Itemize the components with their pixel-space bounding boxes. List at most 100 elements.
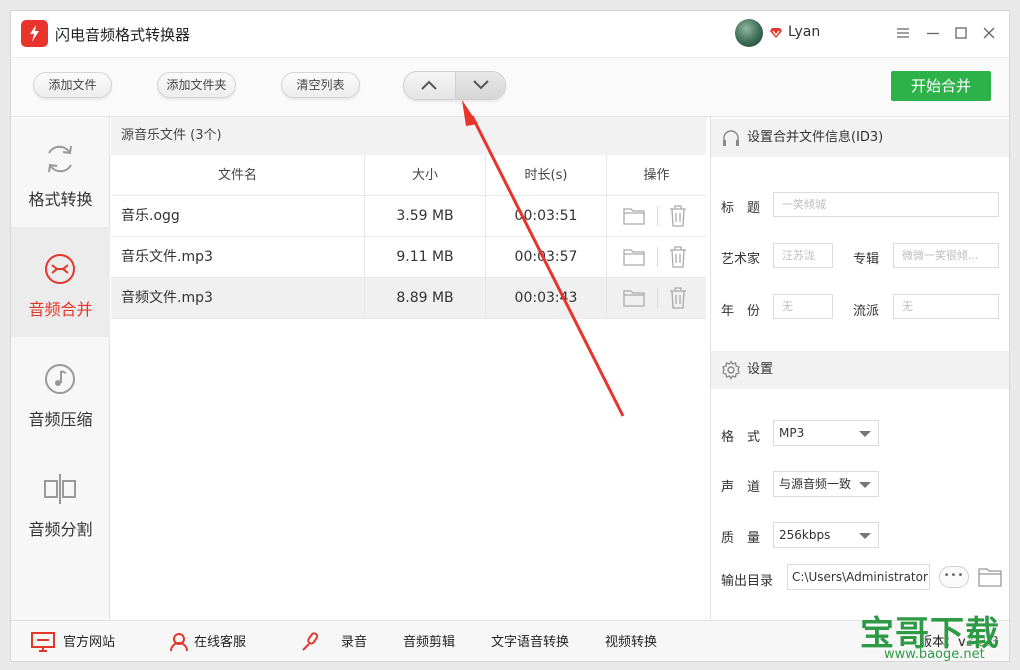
maximize-icon[interactable] xyxy=(951,23,971,43)
output-dir-label: 输出目录 xyxy=(721,574,774,589)
table-row[interactable]: 音乐.ogg 3.59 MB 00:03:51 xyxy=(111,196,706,237)
column-ops: 操作 xyxy=(607,155,706,196)
refresh-icon xyxy=(48,145,72,173)
chevron-down-icon xyxy=(859,482,871,488)
toolbar: 添加文件 添加文件夹 清空列表 开始合并 xyxy=(11,57,1009,117)
file-duration: 00:03:51 xyxy=(486,196,607,236)
file-list-panel: 源音乐文件 (3个) 文件名 大小 时长(s) 操作 音乐.ogg 3.59 M… xyxy=(111,117,706,620)
file-duration: 00:03:57 xyxy=(486,237,607,277)
support-icon xyxy=(170,633,188,652)
record-link[interactable]: 录音 xyxy=(341,621,367,661)
close-icon[interactable] xyxy=(979,23,999,43)
column-name: 文件名 xyxy=(111,155,365,196)
right-panel: 设置合并文件信息(ID3) 标 题 一笑倾城 艺术家 汪苏泷 专辑 微微一笑很倾… xyxy=(710,117,1009,620)
avatar[interactable] xyxy=(735,19,763,47)
table-row[interactable]: 音频文件.mp3 8.89 MB 00:03:43 xyxy=(111,278,706,319)
file-duration: 00:03:43 xyxy=(486,278,607,318)
username[interactable]: Lyan xyxy=(788,24,820,40)
text-to-speech-link[interactable]: 文字语音转换 xyxy=(491,621,569,661)
chevron-down-icon xyxy=(859,533,871,539)
title-field[interactable]: 一笑倾城 xyxy=(773,192,999,217)
channel-select[interactable]: 与源音频一致 xyxy=(773,471,879,497)
chevron-down-icon xyxy=(473,80,489,90)
file-name: 音乐文件.mp3 xyxy=(111,237,365,277)
channel-value: 与源音频一致 xyxy=(779,477,852,491)
vip-badge-icon xyxy=(770,28,782,38)
artist-label: 艺术家 xyxy=(721,252,761,267)
trash-icon[interactable] xyxy=(669,287,687,309)
settings-section-header: 设置 xyxy=(711,351,1009,389)
add-folder-button[interactable]: 添加文件夹 xyxy=(157,72,236,98)
format-value: MP3 xyxy=(779,426,805,440)
file-size: 3.59 MB xyxy=(365,196,486,236)
audio-edit-link[interactable]: 音频剪辑 xyxy=(403,621,455,661)
browse-more-button[interactable]: ••• xyxy=(939,566,969,588)
format-select[interactable]: MP3 xyxy=(773,420,879,446)
menu-icon[interactable] xyxy=(893,23,913,43)
app-title: 闪电音频格式转换器 xyxy=(55,26,191,44)
split-icon xyxy=(44,474,76,504)
folder-icon[interactable] xyxy=(978,567,1002,587)
id3-section-title: 设置合并文件信息(ID3) xyxy=(747,130,884,145)
output-dir-field[interactable]: C:\Users\Administrator xyxy=(787,564,930,590)
online-support-link[interactable]: 在线客服 xyxy=(194,621,246,661)
sidebar-item-label: 音频合并 xyxy=(28,300,93,319)
trash-icon[interactable] xyxy=(669,205,687,227)
file-size: 9.11 MB xyxy=(365,237,486,277)
folder-icon[interactable] xyxy=(623,248,645,266)
id3-section-header: 设置合并文件信息(ID3) xyxy=(711,119,1009,157)
artist-field[interactable]: 汪苏泷 xyxy=(773,243,833,268)
music-note-icon xyxy=(45,364,75,394)
minimize-icon[interactable] xyxy=(923,23,943,43)
genre-label: 流派 xyxy=(853,304,880,319)
year-label: 年 份 xyxy=(721,304,761,319)
sidebar: 格式转换 音频合并 音频压缩 音频分割 xyxy=(11,117,110,620)
video-convert-link[interactable]: 视频转换 xyxy=(605,621,657,661)
trash-icon[interactable] xyxy=(669,246,687,268)
year-field[interactable]: 无 xyxy=(773,294,833,319)
merge-icon xyxy=(45,254,75,284)
format-label: 格 式 xyxy=(721,430,761,445)
file-size: 8.89 MB xyxy=(365,278,486,318)
album-field[interactable]: 微微一笑很倾... xyxy=(893,243,999,268)
quality-value: 256kbps xyxy=(779,528,831,542)
monitor-icon xyxy=(31,632,55,652)
channel-label: 声 道 xyxy=(721,480,761,495)
divider xyxy=(657,206,658,226)
move-up-button[interactable] xyxy=(404,72,455,99)
sidebar-item-label: 音频压缩 xyxy=(28,410,93,429)
official-website-link[interactable]: 官方网站 xyxy=(63,621,115,661)
quality-select[interactable]: 256kbps xyxy=(773,522,879,548)
sidebar-item-audio-split[interactable]: 音频分割 xyxy=(11,447,110,557)
file-list-header: 源音乐文件 (3个) xyxy=(111,117,706,155)
watermark-url: www.baoge.net xyxy=(884,647,985,662)
start-merge-button[interactable]: 开始合并 xyxy=(891,71,991,101)
sidebar-item-label: 音频分割 xyxy=(28,520,93,539)
row-actions xyxy=(607,278,706,318)
sidebar-item-audio-merge[interactable]: 音频合并 xyxy=(11,227,110,337)
watermark: 宝哥下载 www.baoge.net xyxy=(848,606,1018,668)
app-logo-icon xyxy=(21,20,48,47)
clear-list-button[interactable]: 清空列表 xyxy=(281,72,360,98)
sidebar-item-format-convert[interactable]: 格式转换 xyxy=(11,117,110,227)
album-label: 专辑 xyxy=(853,252,880,267)
quality-label: 质 量 xyxy=(721,531,761,546)
add-file-button[interactable]: 添加文件 xyxy=(33,72,112,98)
row-actions xyxy=(607,196,706,236)
move-down-button[interactable] xyxy=(455,72,505,99)
file-name: 音频文件.mp3 xyxy=(111,278,365,318)
folder-icon[interactable] xyxy=(623,289,645,307)
genre-field[interactable]: 无 xyxy=(893,294,999,319)
reorder-buttons xyxy=(403,71,506,100)
folder-icon[interactable] xyxy=(623,207,645,225)
chevron-up-icon xyxy=(421,80,437,90)
row-actions xyxy=(607,237,706,277)
app-window: 闪电音频格式转换器 Lyan 添加文件 添加文件夹 清空列表 开始合并 格式转换… xyxy=(10,10,1010,662)
sidebar-item-audio-compress[interactable]: 音频压缩 xyxy=(11,337,110,447)
gear-icon xyxy=(722,360,740,380)
headphones-icon xyxy=(723,130,739,146)
table-row[interactable]: 音乐文件.mp3 9.11 MB 00:03:57 xyxy=(111,237,706,278)
microphone-icon xyxy=(302,632,319,651)
title-bar: 闪电音频格式转换器 Lyan xyxy=(11,11,1009,57)
file-name: 音乐.ogg xyxy=(111,196,365,236)
